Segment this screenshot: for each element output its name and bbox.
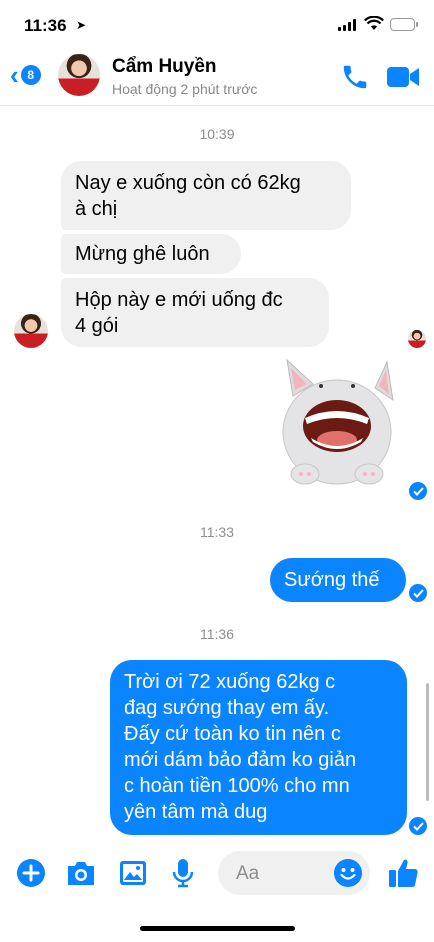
message-text: yên tâm mà dug (124, 801, 268, 823)
timestamp: 11:36 (200, 626, 234, 642)
location-arrow-icon: ➤ (76, 18, 87, 32)
message-text: Đấy cứ toàn ko tin nên c (124, 723, 341, 745)
message-text: đag sướng thay em ấy. (124, 697, 330, 719)
status-time: 11:36 (24, 16, 67, 35)
timestamp: 11:33 (200, 524, 234, 540)
chat-header: ‹ 8 Cẩm Huyền Hoạt động 2 phút trước (0, 48, 434, 106)
message-input-placeholder: Aa (236, 863, 260, 884)
received-message[interactable]: Hộp này e mới uống đc 4 gói (61, 278, 329, 347)
video-call-icon[interactable] (386, 64, 420, 90)
phone-call-icon[interactable] (340, 62, 370, 92)
camera-icon (68, 862, 94, 885)
message-composer: Aa (0, 846, 434, 898)
status-bar: 11:36 ➤ (0, 0, 434, 48)
microphone-icon (172, 859, 194, 888)
message-text: mới dám bảo đảm ko giản (124, 749, 357, 771)
gallery-button[interactable] (116, 856, 150, 890)
delivered-check-icon (409, 817, 427, 835)
message-text: à chị (75, 197, 118, 220)
sent-message[interactable]: Trời ơi 72 xuống 62kg c đag sướng thay e… (110, 660, 407, 835)
message-text: 4 gói (75, 314, 119, 337)
camera-button[interactable] (64, 856, 98, 890)
contact-avatar[interactable] (58, 54, 100, 96)
message-input[interactable]: Aa (218, 851, 370, 895)
contact-status: Hoạt động 2 phút trước (112, 81, 258, 97)
received-message[interactable]: Nay e xuống còn có 62kg à chị (61, 161, 351, 230)
message-text: Sướng thế (284, 569, 380, 591)
home-indicator (140, 926, 295, 931)
voice-button[interactable] (166, 856, 200, 890)
message-text: Nay e xuống còn có 62kg (75, 171, 301, 194)
thumbs-up-icon (389, 859, 418, 887)
wifi-icon (364, 16, 384, 30)
message-body: Trời ơi 72 xuống 62kg c đag sướng thay e… (124, 669, 356, 825)
contact-name[interactable]: Cẩm Huyền (112, 56, 217, 78)
chevron-left-icon: ‹ (10, 60, 19, 90)
sender-avatar[interactable] (14, 314, 48, 348)
plus-icon (17, 859, 45, 887)
back-button[interactable]: ‹ 8 (10, 60, 41, 90)
scrollbar[interactable] (426, 683, 429, 801)
plus-button[interactable] (14, 856, 48, 890)
delivered-check-icon (409, 482, 427, 500)
message-text: Mừng ghê luôn (75, 243, 210, 265)
message-text: Hộp này e mới uống đc (75, 288, 283, 311)
like-button[interactable] (386, 856, 420, 890)
timestamp: 10:39 (199, 126, 235, 142)
emoji-icon[interactable] (334, 859, 362, 887)
cellular-signal-icon (338, 19, 356, 31)
unread-badge: 8 (20, 65, 41, 85)
message-text: c hoàn tiền 100% cho mn (124, 775, 350, 797)
message-text: Trời ơi 72 xuống 62kg c (124, 671, 336, 693)
received-message[interactable]: Mừng ghê luôn (61, 234, 241, 274)
battery-icon (390, 18, 418, 31)
delivered-check-icon (409, 584, 427, 602)
seen-avatar (408, 330, 426, 348)
bunny-sticker[interactable] (275, 356, 400, 496)
sent-message[interactable]: Sướng thế (270, 558, 406, 602)
image-icon (120, 861, 146, 885)
